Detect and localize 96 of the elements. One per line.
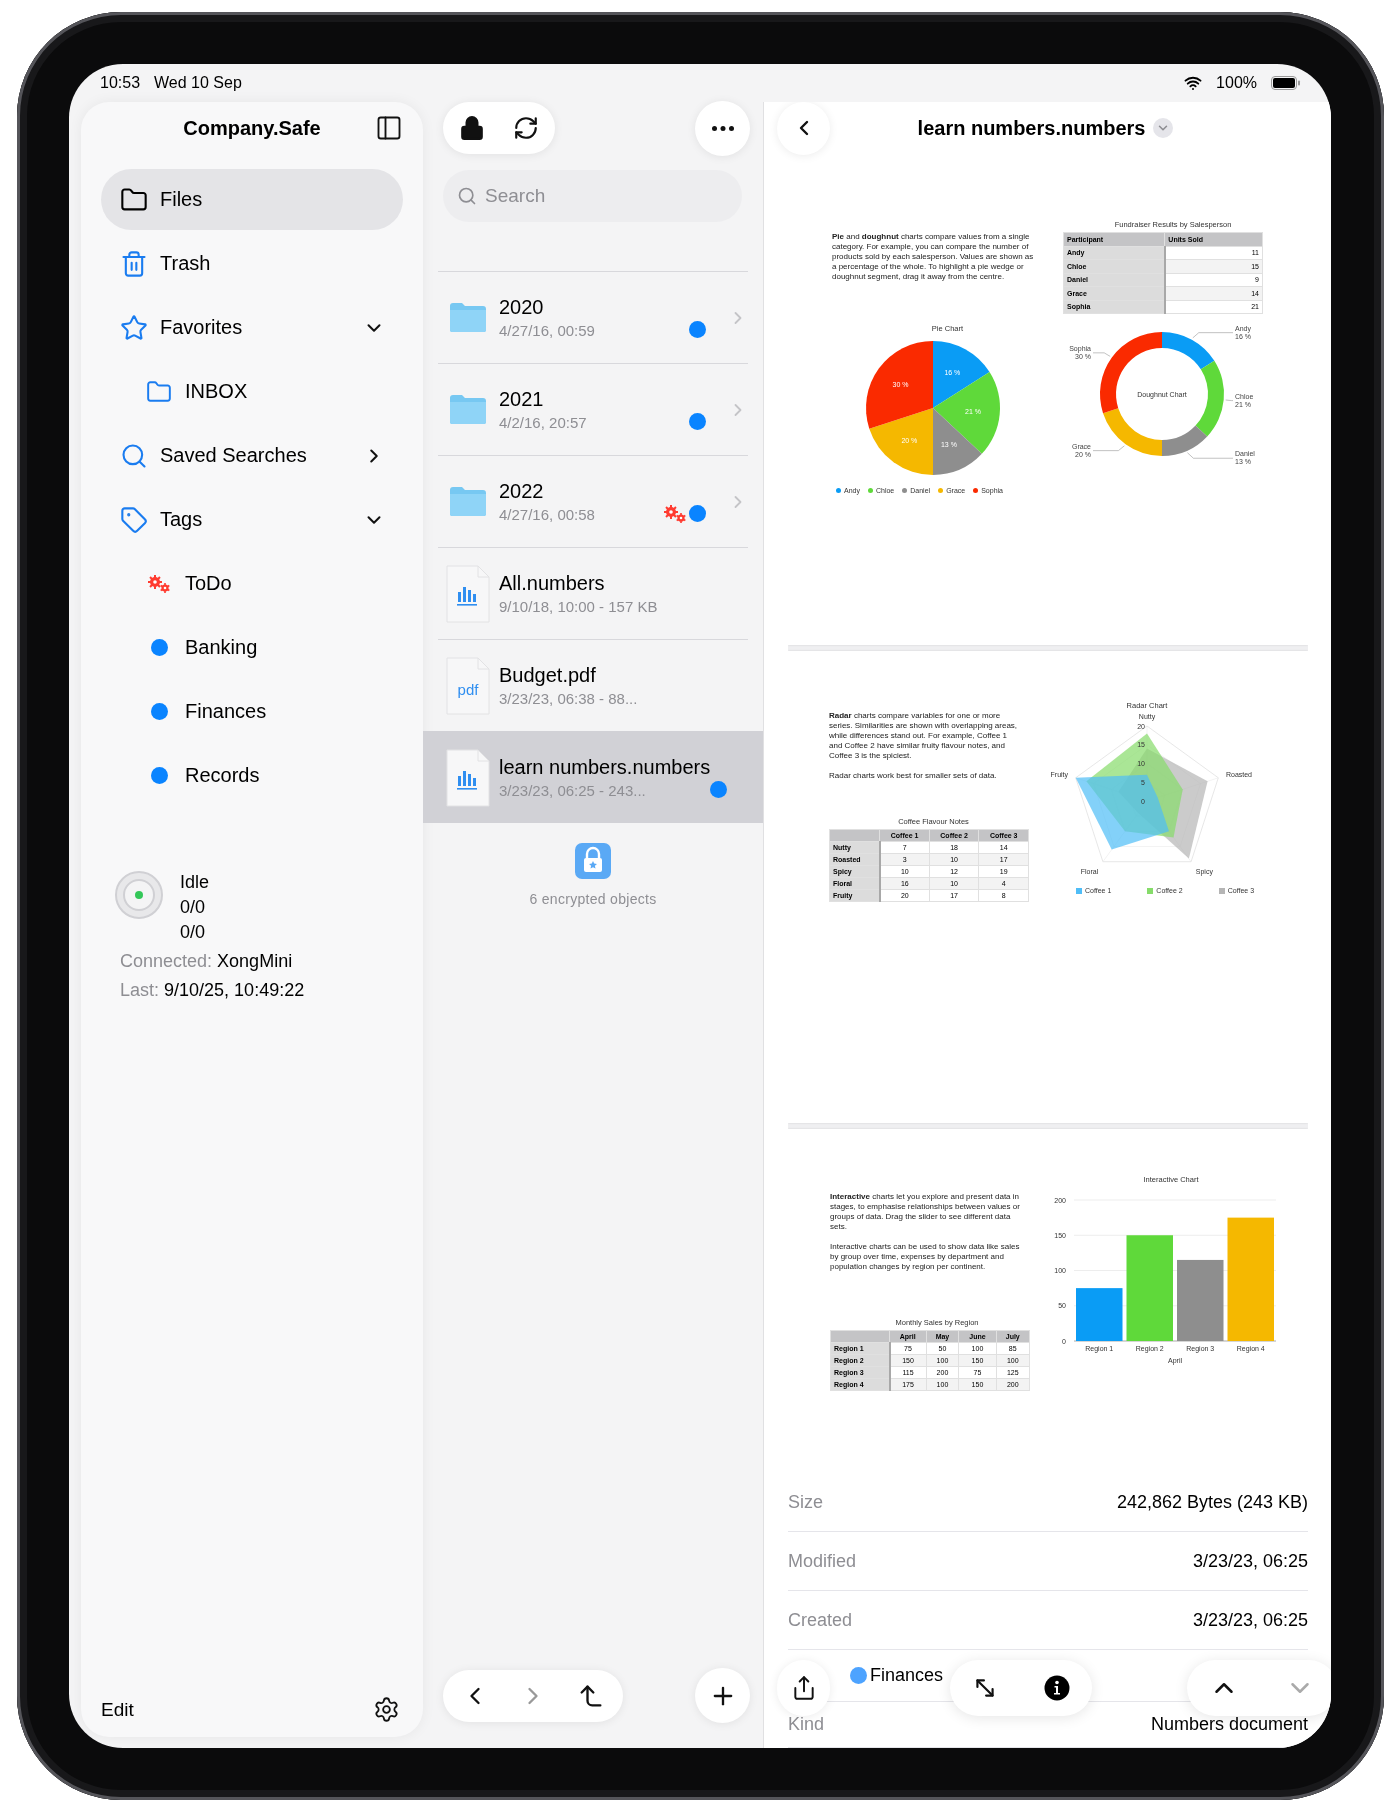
sidebar-item[interactable]: INBOX	[101, 361, 403, 422]
legend-dot	[938, 488, 944, 493]
sidebar-item[interactable]: Favorites	[101, 297, 403, 358]
status-time: 10:53	[100, 74, 141, 92]
wifi-icon	[1184, 74, 1203, 92]
folder-icon	[449, 394, 487, 425]
paragraph: Radar charts work best for smaller sets of data.	[829, 771, 998, 781]
tag-label: Finances	[870, 1665, 944, 1686]
info-label: Modified	[788, 1550, 857, 1572]
file-meta: 4/27/16, 00:58	[499, 506, 595, 523]
paragraph: Radar charts compare variables for one or more series. Similarities are shown with overlapping areas, while differences stand out. For example, Coffee 1 and Coffee 2 have similar fruity flavour notes, and Coffee 3 is the spiciest.	[829, 711, 1019, 761]
lock-icon	[575, 843, 611, 879]
leader-line	[1192, 332, 1234, 339]
file-name: 2020	[499, 296, 545, 319]
title-menu-button[interactable]	[1153, 118, 1174, 138]
file-meta: 3/23/23, 06:38 - 88...	[499, 690, 638, 707]
file-name: Budget.pdf	[499, 664, 597, 687]
sync-button[interactable]	[513, 115, 539, 141]
leader-line	[1187, 452, 1234, 459]
status-date: Wed 10 Sep	[154, 74, 242, 92]
file-name: learn numbers.numbers	[499, 756, 711, 779]
settings-button[interactable]	[373, 1696, 400, 1723]
file-meta: 4/2/16, 20:57	[499, 414, 587, 431]
more-icon	[711, 125, 734, 131]
info-button[interactable]	[1044, 1675, 1070, 1701]
legend-dot	[902, 488, 908, 493]
search-icon	[120, 441, 148, 470]
sidebar-toggle-button[interactable]	[375, 114, 403, 142]
info-value: Numbers document	[1150, 1714, 1308, 1735]
encrypted-count: 6 encrypted objects	[529, 891, 657, 907]
leader-line	[1225, 399, 1234, 401]
settings-icon	[373, 1696, 400, 1723]
file-name: 2021	[499, 388, 545, 411]
file-row[interactable]: 2021 4/2/16, 20:57	[423, 363, 763, 455]
sync-status-icon	[114, 870, 164, 920]
leader-line	[1092, 445, 1125, 451]
info-value: 3/23/23, 06:25	[1192, 1550, 1308, 1572]
legend-dot	[973, 488, 979, 493]
sync-count: 0/0	[180, 921, 207, 944]
paragraph: Interactive charts can be used to show data like sales by group over time, expenses by department and population changes by region per continent.	[830, 1242, 1021, 1272]
file-meta: 3/23/23, 06:25 - 243...	[499, 782, 647, 799]
tag-icon	[120, 505, 148, 534]
lock-icon	[459, 115, 485, 141]
file-row[interactable]: learn numbers.numbers 3/23/23, 06:25 - 243...	[423, 731, 763, 823]
file-name: 2022	[499, 480, 545, 503]
battery-percent: 100%	[1216, 74, 1257, 92]
gears-icon	[663, 503, 687, 524]
info-label: Size	[788, 1491, 823, 1513]
info-icon	[1044, 1675, 1070, 1701]
file-type-label: pdf	[456, 681, 480, 697]
sidebar-item[interactable]: Tags	[101, 489, 403, 550]
star-icon	[120, 313, 148, 342]
file-row[interactable]: 2020 4/27/16, 00:59	[423, 271, 763, 363]
sidebar-item[interactable]: Records	[101, 745, 403, 806]
sidebar-item[interactable]: Trash	[101, 233, 403, 294]
info-value: 3/23/23, 06:25	[1192, 1609, 1308, 1631]
gears-icon	[147, 573, 171, 594]
sidebar-icon	[375, 114, 403, 142]
spreadsheet-file-icon	[446, 748, 490, 807]
folder-icon	[449, 302, 487, 333]
sync-state: Idle	[180, 871, 210, 894]
paragraph: Interactive charts let you explore and present data in stages, to emphasise relationships between values or groups of data. Drag the slider to see different data sets.	[830, 1192, 1021, 1232]
table-header-cell	[830, 1330, 890, 1343]
file-meta: 4/27/16, 00:59	[499, 322, 595, 339]
file-name: All.numbers	[499, 572, 606, 595]
battery-icon	[1271, 76, 1301, 90]
info-label: Kind	[788, 1714, 825, 1735]
lock-button[interactable]	[459, 115, 485, 141]
search-field[interactable]: Search	[443, 170, 742, 222]
trash-icon	[120, 249, 148, 278]
sidebar-item[interactable]: Banking	[101, 617, 403, 678]
sidebar-item[interactable]: Finances	[101, 681, 403, 742]
paragraph: Pie and doughnut charts compare values from a single category. For example, you can compare the number of products sold by each salesperson. Values are shown as a percentage of the whole. To highlight a pie wedge or doughnut segment, drag it away from the centre.	[832, 232, 1035, 282]
info-value: 242,862 Bytes (243 KB)	[1116, 1491, 1308, 1513]
file-row[interactable]: All.numbers 9/10/18, 10:00 - 157 KB	[423, 547, 763, 639]
search-icon	[457, 186, 477, 206]
info-label: Created	[788, 1609, 853, 1631]
sidebar-title: Company.Safe	[183, 116, 321, 140]
last-sync-info: Last: 9/10/25, 10:49:22	[120, 979, 306, 1002]
refresh-icon	[513, 115, 539, 141]
spreadsheet-file-icon	[446, 564, 490, 623]
sync-count: 0/0	[180, 896, 207, 919]
leader-line	[1092, 352, 1111, 357]
sidebar-item[interactable]: Files	[101, 169, 403, 230]
sidebar-item[interactable]: ToDo	[101, 553, 403, 614]
document-title: learn numbers.numbers	[917, 116, 1146, 140]
legend-dot	[867, 488, 873, 493]
file-row[interactable]: 2022 4/27/16, 00:58	[423, 455, 763, 547]
file-meta: 9/10/18, 10:00 - 157 KB	[499, 598, 658, 615]
folder-icon	[146, 378, 172, 405]
folder-icon	[449, 486, 487, 517]
connected-info: Connected: XongMini	[120, 950, 294, 973]
edit-button[interactable]: Edit	[101, 1698, 134, 1721]
sidebar-item[interactable]: Saved Searches	[101, 425, 403, 486]
legend-dot	[836, 488, 841, 493]
table-header-cell	[829, 829, 880, 842]
